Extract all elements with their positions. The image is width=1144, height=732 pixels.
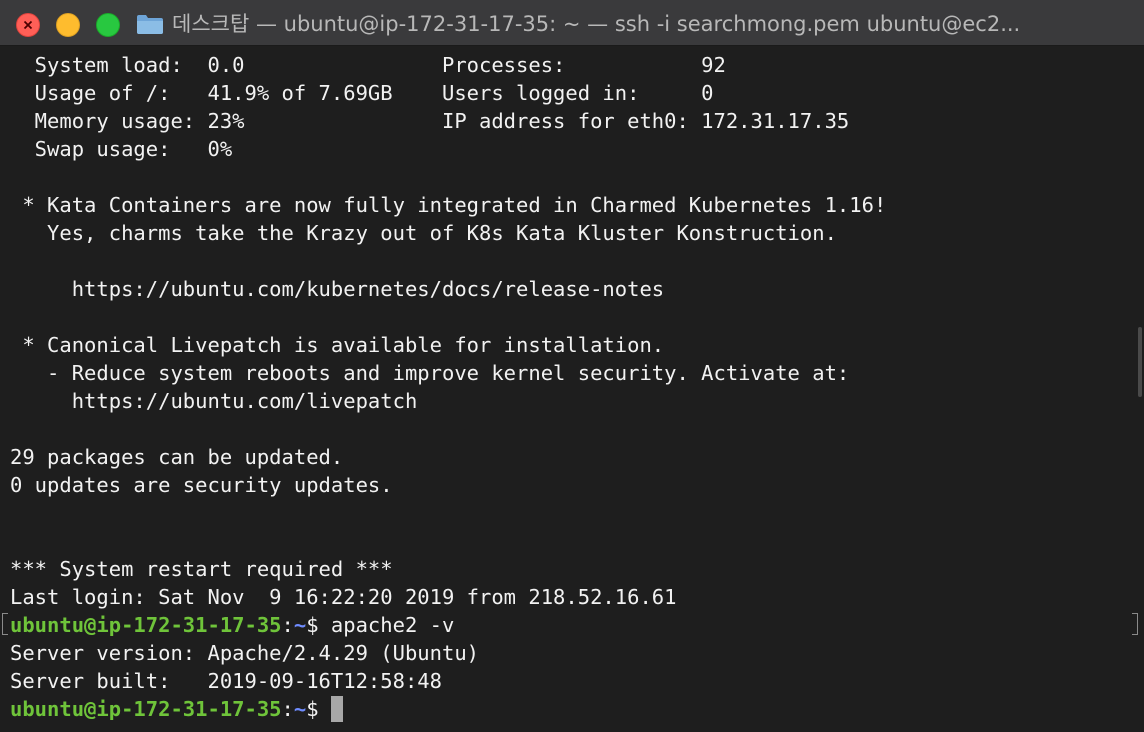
terminal-line: 29 packages can be updated. bbox=[10, 445, 344, 469]
prompt-path: ~ bbox=[293, 697, 307, 721]
terminal-line: https://ubuntu.com/kubernetes/docs/relea… bbox=[10, 277, 665, 301]
command-mark-right bbox=[1132, 613, 1138, 635]
terminal-line: Swap usage: 0% bbox=[10, 137, 233, 161]
prompt-line: ubuntu@ip-172-31-17-35:~$ bbox=[10, 695, 343, 723]
terminal-line: Last login: Sat Nov 9 16:22:20 2019 from… bbox=[10, 585, 677, 609]
prompt-symbol: $ bbox=[306, 613, 331, 637]
prompt-separator: : bbox=[281, 613, 294, 637]
close-button[interactable] bbox=[16, 13, 40, 37]
folder-icon bbox=[137, 15, 163, 34]
terminal-output[interactable]: System load: 0.0 Processes: 92 Usage of … bbox=[0, 47, 1144, 732]
terminal-line: Server built: 2019-09-16T12:58:48 bbox=[10, 669, 442, 693]
minimize-button[interactable] bbox=[56, 13, 80, 37]
command-mark-left bbox=[2, 613, 8, 635]
title-bar[interactable]: 데스크탑 — ubuntu@ip-172-31-17-35: ~ — ssh -… bbox=[0, 0, 1144, 46]
prompt-separator: : bbox=[281, 697, 294, 721]
terminal-line: Memory usage: 23% IP address for eth0: 1… bbox=[10, 109, 850, 133]
prompt-symbol: $ bbox=[306, 697, 331, 721]
terminal-line: * Canonical Livepatch is available for i… bbox=[10, 333, 665, 357]
prompt-user-host: ubuntu@ip-172-31-17-35 bbox=[10, 613, 282, 637]
terminal-line: 0 updates are security updates. bbox=[10, 473, 393, 497]
terminal-line: Yes, charms take the Krazy out of K8s Ka… bbox=[10, 221, 837, 245]
terminal-line: * Kata Containers are now fully integrat… bbox=[10, 193, 887, 217]
maximize-icon bbox=[97, 14, 119, 36]
terminal-line: System load: 0.0 Processes: 92 bbox=[10, 53, 726, 77]
terminal-line: - Reduce system reboots and improve kern… bbox=[10, 361, 850, 385]
command-text: apache2 -v bbox=[330, 613, 455, 637]
terminal-line: https://ubuntu.com/livepatch bbox=[10, 389, 418, 413]
window-title: 데스크탑 — ubuntu@ip-172-31-17-35: ~ — ssh -… bbox=[172, 12, 1021, 36]
terminal-line: *** System restart required *** bbox=[10, 557, 393, 581]
prompt-user-host: ubuntu@ip-172-31-17-35 bbox=[10, 697, 282, 721]
terminal-window: 데스크탑 — ubuntu@ip-172-31-17-35: ~ — ssh -… bbox=[0, 0, 1144, 732]
text-cursor bbox=[330, 696, 343, 722]
terminal-line: Server version: Apache/2.4.29 (Ubuntu) bbox=[10, 641, 479, 665]
terminal-line: Usage of /: 41.9% of 7.69GB Users logged… bbox=[10, 81, 714, 105]
scrollbar-thumb[interactable] bbox=[1138, 327, 1142, 397]
prompt-path: ~ bbox=[293, 613, 307, 637]
close-icon bbox=[23, 20, 33, 30]
minimize-icon bbox=[57, 14, 79, 36]
maximize-button[interactable] bbox=[96, 13, 120, 37]
prompt-line: ubuntu@ip-172-31-17-35:~$ apache2 -v bbox=[10, 611, 454, 639]
